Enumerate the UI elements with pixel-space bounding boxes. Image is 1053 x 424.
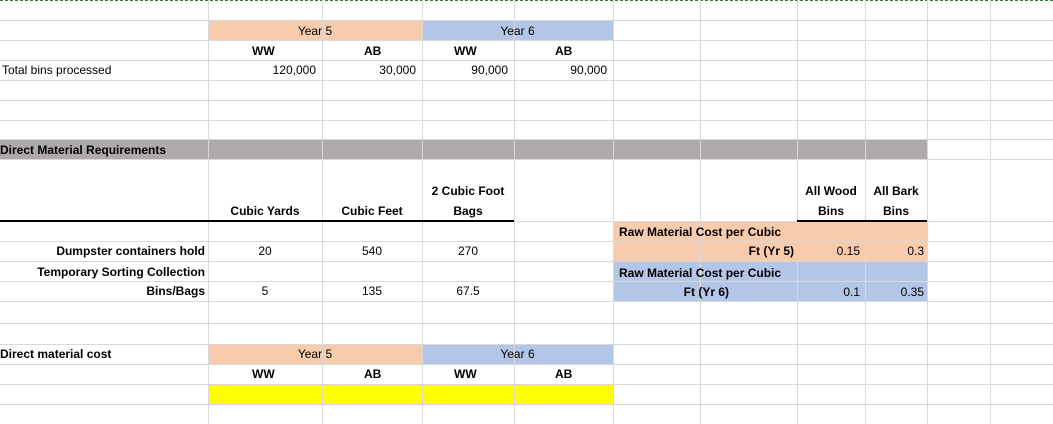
cost-y6-bark[interactable]: 0.35 xyxy=(865,285,924,299)
dmc-label: Direct material cost xyxy=(0,347,112,361)
bins-ww-header-y6: WW xyxy=(454,44,477,58)
cost-y6-wood[interactable]: 0.1 xyxy=(797,285,860,299)
cost-y5-label-line2: Ft (Yr 5) xyxy=(748,244,794,258)
cost-header-bark-line2: Bins xyxy=(882,204,909,218)
dmc-ww-header-y6: WW xyxy=(454,367,477,381)
dm-header-bags-line1: 2 Cubic Foot xyxy=(431,184,505,198)
bins-value-ww-y5[interactable]: 120,000 xyxy=(208,63,316,77)
cost-header-wood-line1: All Wood xyxy=(805,184,857,198)
bins-ab-header-y6: AB xyxy=(555,44,573,58)
dmc-ww-header: WW xyxy=(252,367,275,381)
spreadsheet: Year 5 Year 6 WW AB WW AB Total bins pro… xyxy=(0,0,1053,424)
dm-header-cubic-feet: Cubic Feet xyxy=(341,204,403,218)
dm-header-cubic-yards: Cubic Yards xyxy=(230,204,300,218)
bins-value-ww-y6[interactable]: 90,000 xyxy=(422,63,508,77)
bins-value-ab-y6[interactable]: 90,000 xyxy=(514,63,607,77)
dm-row2-bags[interactable]: 67.5 xyxy=(422,284,514,298)
cost-header-underline xyxy=(797,220,927,222)
dmc-highlight-row[interactable] xyxy=(208,384,613,404)
cost-y5-wood[interactable]: 0.15 xyxy=(797,244,860,258)
dmc-year5-label: Year 5 xyxy=(297,347,333,361)
dm-row2-cubic-yards[interactable]: 5 xyxy=(208,284,322,298)
selection-marquee xyxy=(0,0,1053,1)
dm-row2-label-line1: Temporary Sorting Collection xyxy=(37,265,205,279)
cost-header-wood-line2: Bins xyxy=(817,204,844,218)
cost-y6-label-line2: Ft (Yr 6) xyxy=(683,285,729,299)
dmc-year6-label: Year 6 xyxy=(500,347,535,361)
dm-row1-cubic-feet[interactable]: 540 xyxy=(322,244,422,258)
dm-row2-cubic-feet[interactable]: 135 xyxy=(322,284,422,298)
dm-section-title: Direct Material Requirements xyxy=(0,143,167,157)
bins-year6-label: Year 6 xyxy=(500,24,535,38)
cost-y5-bark[interactable]: 0.3 xyxy=(865,244,924,258)
bins-ab-header: AB xyxy=(364,44,382,58)
cost-y5-label-line1: Raw Material Cost per Cubic xyxy=(619,225,782,239)
total-bins-label: Total bins processed xyxy=(2,63,112,77)
bins-value-ab-y5[interactable]: 30,000 xyxy=(322,63,416,77)
bins-year5-label: Year 5 xyxy=(297,24,333,38)
dm-header-underline xyxy=(0,220,514,222)
dmc-ab-header-y6: AB xyxy=(555,367,573,381)
dm-header-bags-line2: Bags xyxy=(453,204,483,218)
dm-row2-label-line2: Bins/Bags xyxy=(146,284,205,298)
dmc-ab-header: AB xyxy=(364,367,382,381)
dm-row1-label: Dumpster containers hold xyxy=(56,244,205,258)
bins-ww-header: WW xyxy=(252,44,275,58)
cost-header-bark-line1: All Bark xyxy=(873,184,919,198)
dm-row1-cubic-yards[interactable]: 20 xyxy=(208,244,322,258)
dm-row1-bags[interactable]: 270 xyxy=(422,244,514,258)
cost-y6-label-line1: Raw Material Cost per Cubic xyxy=(619,266,782,280)
